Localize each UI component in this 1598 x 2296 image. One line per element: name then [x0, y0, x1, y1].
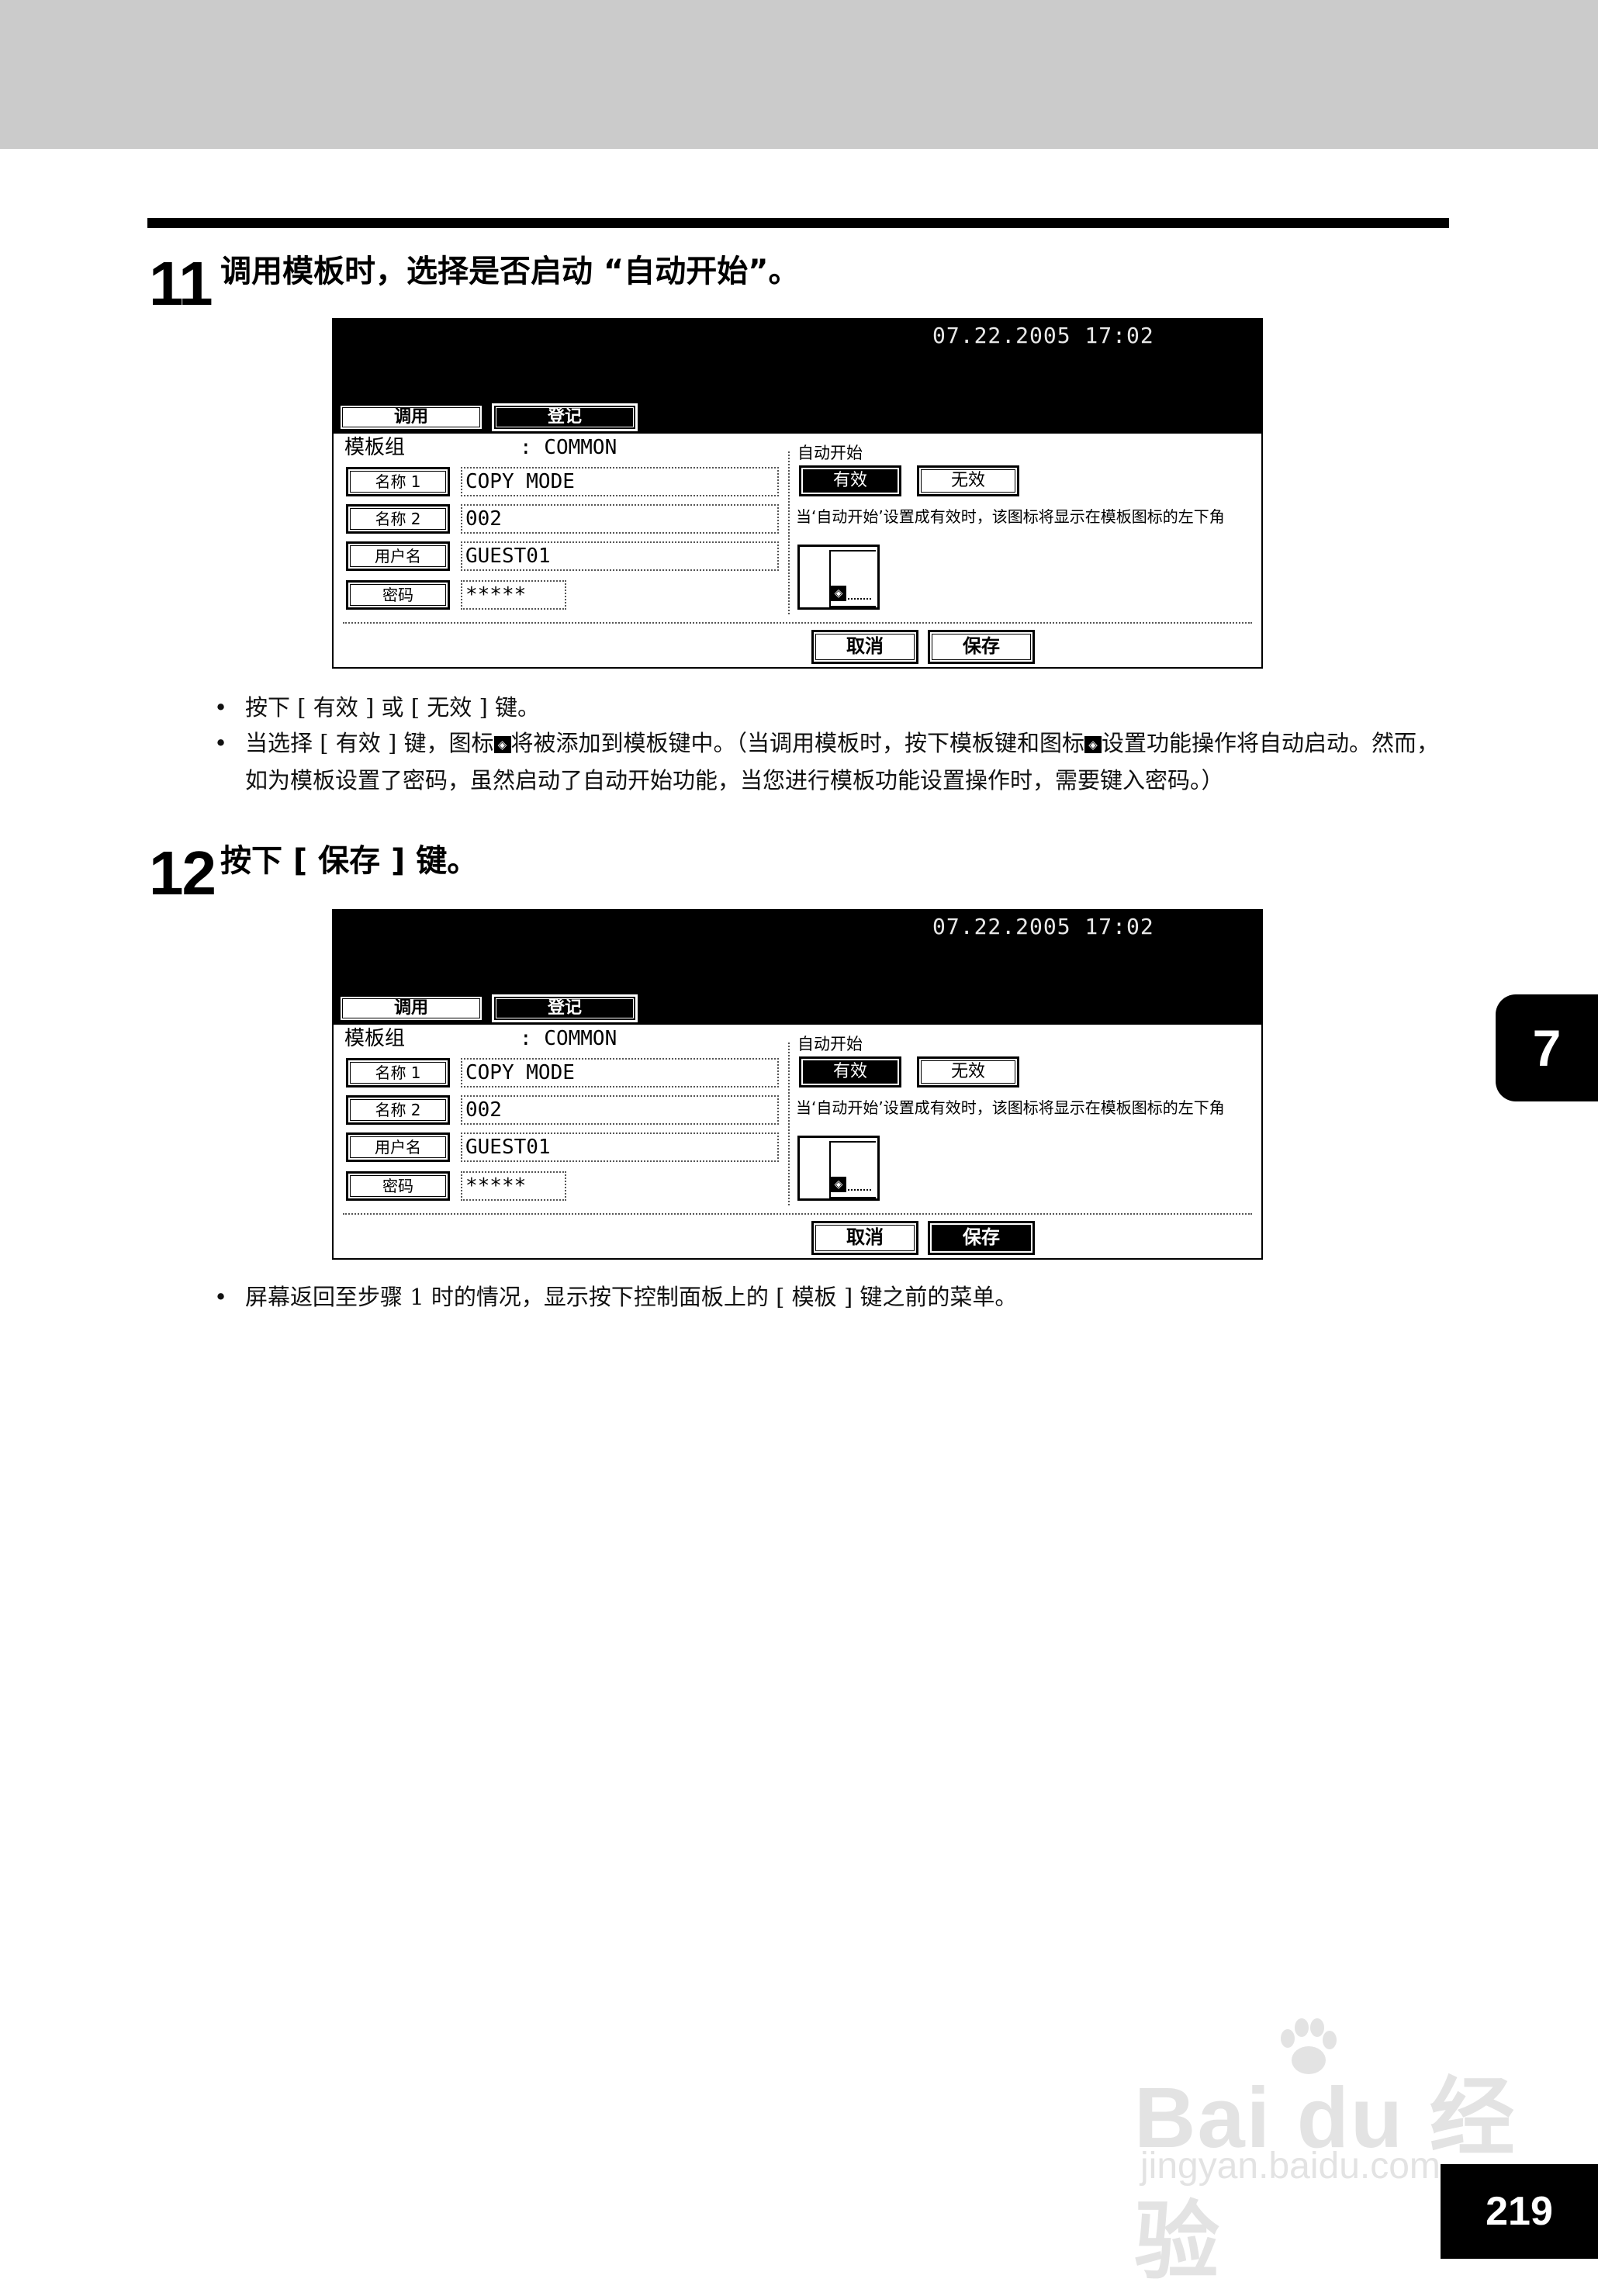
auto-start-valid-button[interactable]: 有效	[799, 465, 901, 496]
save-button[interactable]: 保存	[928, 1221, 1035, 1255]
step-12-number: 12	[149, 839, 216, 908]
auto-start-invalid-button[interactable]: 无效	[917, 1056, 1019, 1087]
password-field[interactable]: *****	[461, 580, 566, 610]
password-field[interactable]: *****	[461, 1171, 566, 1201]
username-field[interactable]: GUEST01	[461, 1132, 779, 1162]
cancel-button[interactable]: 取消	[811, 630, 918, 664]
template-icon-preview: ◈	[797, 1136, 880, 1201]
page-number-box: 219	[1441, 2164, 1598, 2259]
bullet-item: • 屏幕返回至步骤 1 时的情况，显示按下控制面板上的 [ 模板 ] 键之前的菜…	[214, 1278, 1440, 1316]
bottom-divider	[343, 622, 1252, 624]
panel-divider	[788, 451, 790, 614]
auto-start-label: 自动开始	[797, 444, 863, 462]
name1-button[interactable]: 名称 1	[346, 1058, 450, 1087]
step-11-number: 11	[149, 249, 213, 318]
auto-start-note: 当‘自动开始’设置成有效时，该图标将显示在模板图标的左下角	[796, 1098, 1225, 1117]
bottom-divider	[343, 1213, 1252, 1215]
bullet-text-part: 当选择 [ 有效 ] 键，图标	[245, 730, 494, 756]
bullet-text: 当选择 [ 有效 ] 键，图标 ◈ 将被添加到模板键中。（当调用模板时，按下模板键和…	[214, 724, 1440, 799]
screen-header-bar: 07.22.2005 17:02 调用 登记	[334, 911, 1261, 1025]
name2-button[interactable]: 名称 2	[346, 1095, 450, 1125]
username-button[interactable]: 用户名	[346, 1132, 450, 1162]
auto-start-icon: ◈	[493, 736, 511, 753]
auto-start-icon: ◈	[1084, 736, 1102, 753]
tab-register[interactable]: 登记	[492, 403, 638, 431]
auto-start-note: 当‘自动开始’设置成有效时，该图标将显示在模板图标的左下角	[796, 507, 1225, 526]
bullet-item: • 按下 [ 有效 ] 或 [ 无效 ] 键。	[214, 689, 1440, 726]
template-group-label: 模板组	[344, 436, 406, 459]
bullet-text-part: 将被添加到模板键中。（当调用模板时，按下模板键和图标	[510, 730, 1085, 756]
cancel-button[interactable]: 取消	[811, 1221, 918, 1255]
template-group-value: : COMMON	[520, 1027, 617, 1050]
auto-start-label: 自动开始	[797, 1035, 863, 1053]
bullet-mark: •	[214, 730, 228, 756]
screen-datetime: 07.22.2005 17:02	[932, 914, 1154, 939]
save-button[interactable]: 保存	[928, 630, 1035, 664]
name1-field[interactable]: COPY MODE	[461, 467, 779, 496]
template-group-value: : COMMON	[520, 436, 617, 459]
template-icon-dots	[848, 598, 871, 600]
bullet-item: • 当选择 [ 有效 ] 键，图标 ◈ 将被添加到模板键中。（当调用模板时，按下模板…	[214, 724, 1440, 799]
screen-datetime: 07.22.2005 17:02	[932, 323, 1154, 348]
auto-start-icon: ◈	[831, 586, 846, 601]
bullet-mark: •	[214, 1284, 228, 1310]
tab-call[interactable]: 调用	[338, 403, 484, 431]
password-button[interactable]: 密码	[346, 1171, 450, 1201]
password-button[interactable]: 密码	[346, 580, 450, 610]
template-group-label: 模板组	[344, 1027, 406, 1050]
watermark-url: jingyan.baidu.com	[1140, 2146, 1441, 2187]
touch-screen-step-11: 07.22.2005 17:02 调用 登记 模板组 : COMMON 名称 1…	[332, 318, 1263, 669]
name2-field[interactable]: 002	[461, 1095, 779, 1125]
touch-screen-step-12: 07.22.2005 17:02 调用 登记 模板组 : COMMON 名称 1…	[332, 909, 1263, 1260]
auto-start-valid-button[interactable]: 有效	[799, 1056, 901, 1087]
chapter-number: 7	[1532, 1019, 1562, 1077]
auto-start-icon: ◈	[831, 1177, 846, 1192]
tab-call[interactable]: 调用	[338, 994, 484, 1022]
name2-button[interactable]: 名称 2	[346, 504, 450, 534]
bullet-text: 按下 [ 有效 ] 或 [ 无效 ] 键。	[245, 694, 541, 721]
username-field[interactable]: GUEST01	[461, 541, 779, 571]
template-icon-dots	[848, 1189, 871, 1191]
top-gray-band	[0, 0, 1598, 149]
name1-button[interactable]: 名称 1	[346, 467, 450, 496]
bullet-mark: •	[214, 694, 228, 721]
panel-divider	[788, 1043, 790, 1205]
name2-field[interactable]: 002	[461, 504, 779, 534]
section-rule	[147, 218, 1449, 228]
auto-start-invalid-button[interactable]: 无效	[917, 465, 1019, 496]
screen-header-bar: 07.22.2005 17:02 调用 登记	[334, 320, 1261, 434]
template-icon-preview: ◈	[797, 545, 880, 610]
chapter-tab: 7	[1496, 994, 1598, 1101]
step-12-title: 按下 [ 保存 ] 键。	[220, 843, 479, 879]
name1-field[interactable]: COPY MODE	[461, 1058, 779, 1087]
tab-register[interactable]: 登记	[492, 994, 638, 1022]
username-button[interactable]: 用户名	[346, 541, 450, 571]
bullet-text: 屏幕返回至步骤 1 时的情况，显示按下控制面板上的 [ 模板 ] 键之前的菜单。	[245, 1284, 1018, 1310]
page-number: 219	[1486, 2189, 1553, 2234]
step-11-title: 调用模板时，选择是否启动 “自动开始”。	[220, 254, 800, 289]
